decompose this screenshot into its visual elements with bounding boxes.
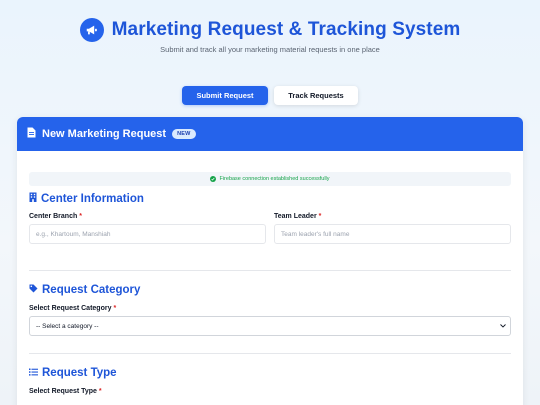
- section-divider: [29, 353, 511, 354]
- select-value: -- Select a category --: [36, 322, 99, 330]
- form-title: New Marketing Request: [42, 128, 167, 140]
- connection-status: Firebase connection established successf…: [29, 172, 511, 186]
- section-divider: [29, 270, 511, 271]
- building-icon: [29, 192, 37, 205]
- center-branch-input[interactable]: e.g., Khartoum, Manshiah: [29, 224, 266, 244]
- request-category-select[interactable]: -- Select a category --: [29, 316, 511, 336]
- section-title-text: Center Information: [41, 192, 144, 205]
- status-text: Firebase connection established successf…: [219, 176, 330, 182]
- tab-submit-request[interactable]: Submit Request: [182, 86, 268, 105]
- form-header: New Marketing Request NEW: [17, 117, 523, 151]
- list-icon: [29, 367, 38, 379]
- tag-icon: [29, 284, 38, 296]
- team-leader-label-text: Team Leader: [274, 213, 317, 220]
- center-branch-label-text: Center Branch: [29, 213, 78, 220]
- page-header: Marketing Request & Tracking System Subm…: [0, 18, 540, 54]
- page-title: Marketing Request & Tracking System: [111, 19, 461, 40]
- team-leader-label: Team Leader *: [274, 213, 321, 220]
- request-type-label: Select Request Type *: [29, 388, 102, 395]
- required-mark: *: [79, 213, 82, 220]
- required-mark: *: [98, 388, 102, 395]
- request-type-label-text: Select Request Type: [29, 388, 97, 395]
- document-icon: [27, 125, 36, 143]
- required-mark: *: [318, 213, 322, 220]
- required-mark: *: [113, 305, 117, 312]
- section-title-text: Request Type: [42, 367, 117, 379]
- megaphone-icon: [79, 18, 104, 42]
- section-request-category: Request Category: [29, 284, 140, 296]
- request-category-label-text: Select Request Category: [29, 305, 112, 312]
- team-leader-input[interactable]: Team leader's full name: [274, 224, 511, 244]
- request-category-label: Select Request Category *: [29, 305, 116, 312]
- page-subtitle: Submit and track all your marketing mate…: [160, 45, 380, 54]
- title-row: Marketing Request & Tracking System: [79, 18, 461, 42]
- section-request-type: Request Type: [29, 367, 117, 379]
- section-title-text: Request Category: [42, 284, 141, 296]
- check-circle-icon: [210, 176, 217, 182]
- request-form-card: New Marketing Request NEW Firebase conne…: [17, 117, 523, 405]
- chevron-down-icon: [500, 323, 506, 330]
- new-badge: NEW: [172, 129, 196, 139]
- tab-bar: Submit Request Track Requests: [0, 86, 540, 105]
- tab-track-requests[interactable]: Track Requests: [274, 86, 358, 105]
- center-branch-label: Center Branch *: [29, 213, 82, 220]
- section-center-information: Center Information: [29, 192, 144, 205]
